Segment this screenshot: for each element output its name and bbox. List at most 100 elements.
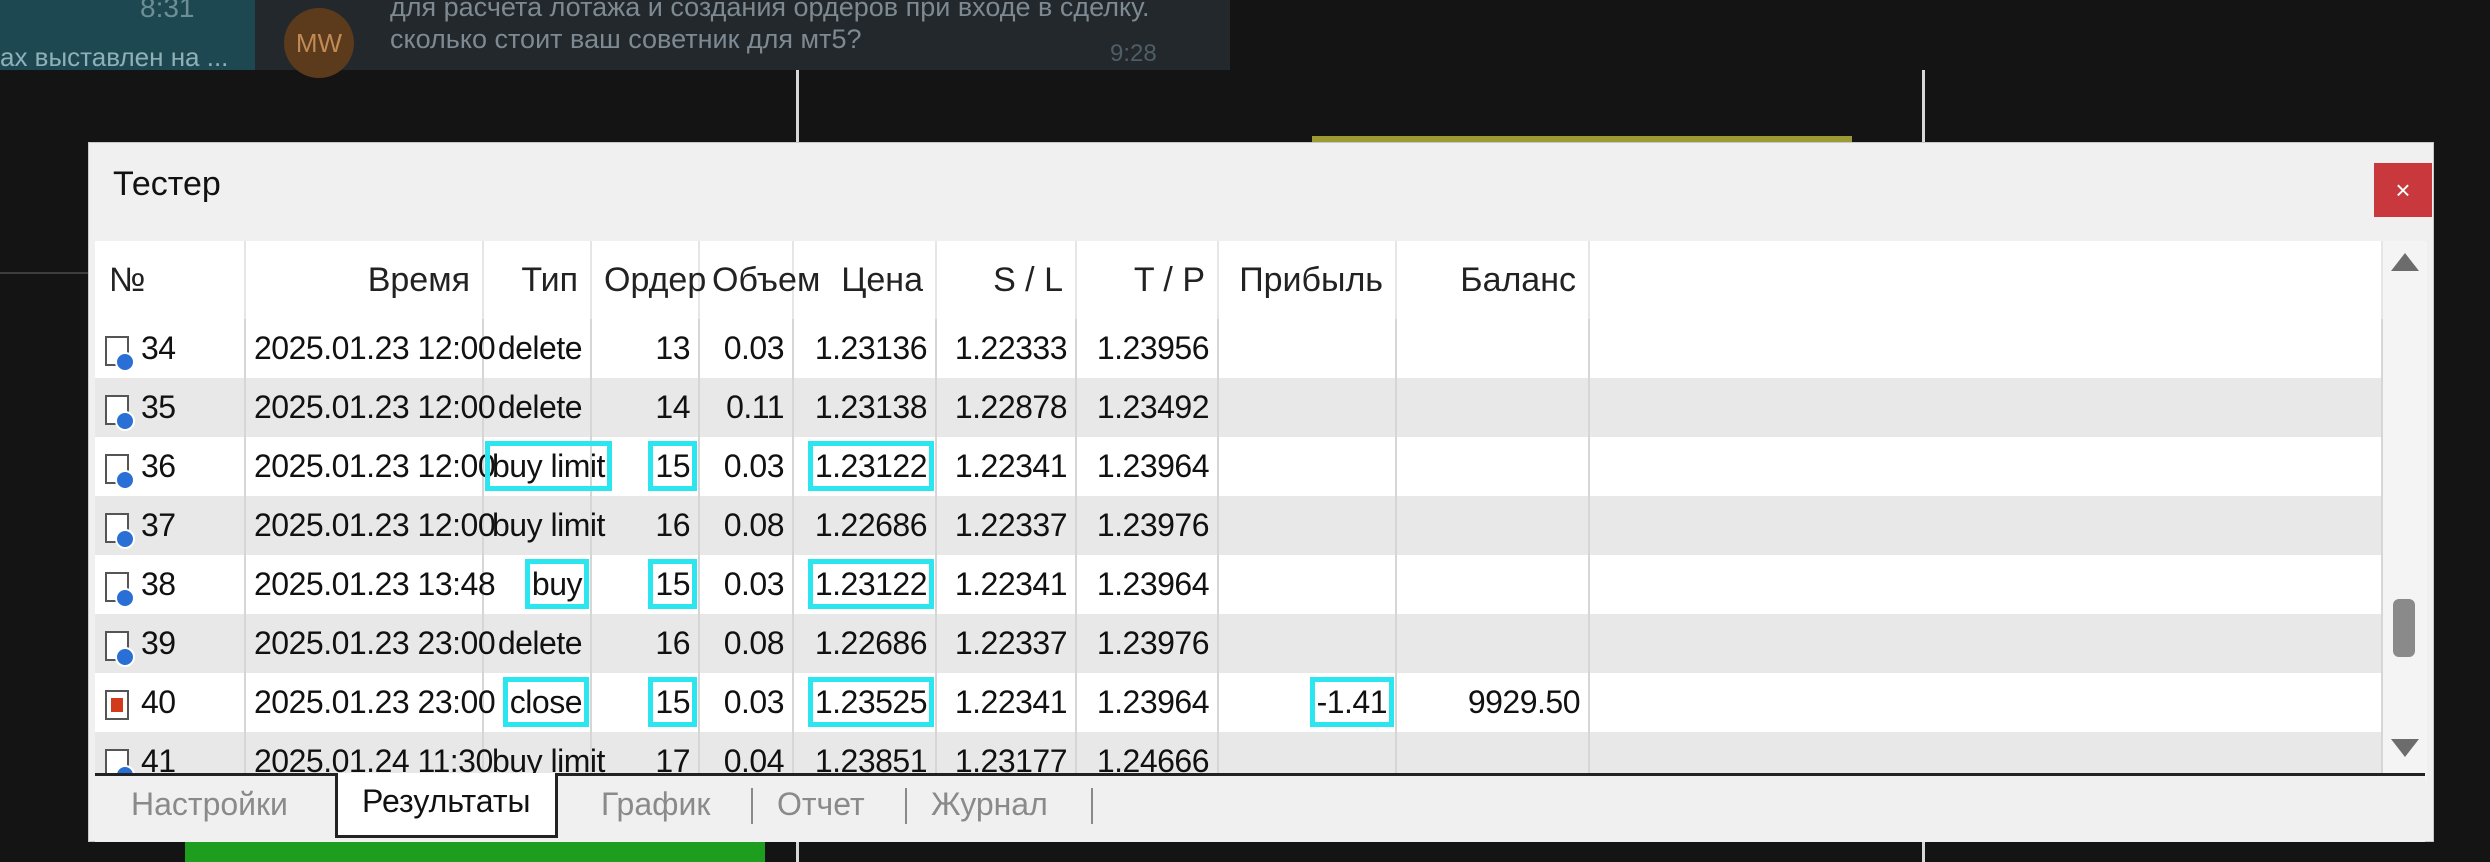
cell-type: delete xyxy=(483,614,592,673)
table-row[interactable]: 34 2025.01.23 12:00 delete 13 0.03 1.23136 1.2… xyxy=(95,319,2383,378)
results-table: № Время Тип Ордер Объем Цена S / L T / P… xyxy=(95,241,2383,773)
cell-profit xyxy=(1218,378,1397,437)
cell-time-value: 2025.01.23 12:00 xyxy=(254,448,496,484)
cell-profit-value: -1.41 xyxy=(1309,677,1395,727)
close-button[interactable]: × xyxy=(2374,163,2432,217)
col-header-balance[interactable]: Баланс xyxy=(1396,241,1590,319)
cell-time: 2025.01.23 12:00 xyxy=(245,378,496,437)
cell-sl: 1.22337 xyxy=(936,496,1077,555)
cell-tp: 1.23976 xyxy=(1076,496,1219,555)
scroll-up-arrow-icon[interactable] xyxy=(2391,253,2419,271)
chat-message-line2: сколько стоит ваш советник для мт5? xyxy=(390,24,862,54)
cell-profit xyxy=(1218,319,1397,378)
cell-number: 40 xyxy=(95,673,246,732)
cell-time: 2025.01.23 23:00 xyxy=(245,614,496,673)
cell-profit: -1.41 xyxy=(1218,673,1397,732)
col-header-order[interactable]: Ордер xyxy=(591,241,706,319)
table-row[interactable]: 37 2025.01.23 12:00 buy limit 16 0.08 1.22686… xyxy=(95,496,2383,555)
cell-sl-value: 1.22341 xyxy=(954,448,1068,484)
order-document-icon xyxy=(105,571,135,608)
table-row[interactable]: 39 2025.01.23 23:00 delete 16 0.08 1.22686 1.2… xyxy=(95,614,2383,673)
order-document-icon xyxy=(105,453,135,490)
avatar[interactable]: MW xyxy=(284,8,354,78)
tab-results[interactable]: Результаты xyxy=(335,773,558,838)
cell-type-value: buy limit xyxy=(492,507,605,543)
col-header-sl[interactable]: S / L xyxy=(936,241,1077,319)
scroll-down-arrow-icon[interactable] xyxy=(2391,739,2419,757)
col-header-filler xyxy=(1589,241,2383,319)
cell-time-value: 2025.01.23 13:48 xyxy=(254,566,496,602)
cell-order: 15 xyxy=(591,437,700,496)
chart-horizontal-line xyxy=(0,272,90,274)
cell-price-value: 1.23851 xyxy=(814,743,928,773)
cell-price: 1.23122 xyxy=(793,555,937,614)
tab-settings[interactable]: Настройки xyxy=(131,776,288,834)
scroll-thumb[interactable] xyxy=(2393,599,2415,657)
chat-left-preview[interactable]: 8:31 ах выставлен на ... xyxy=(0,0,255,72)
cell-tp-value: 1.23964 xyxy=(1096,448,1210,484)
cell-number: 34 xyxy=(95,319,246,378)
cell-tp: 1.23492 xyxy=(1076,378,1219,437)
cell-profit xyxy=(1218,555,1397,614)
order-document-icon xyxy=(105,335,135,372)
tab-chart[interactable]: График xyxy=(601,776,710,834)
cell-type: buy xyxy=(483,555,592,614)
cell-tp: 1.23964 xyxy=(1076,437,1219,496)
cell-order: 13 xyxy=(591,319,700,378)
cell-type-value: delete xyxy=(497,625,583,661)
cell-order: 15 xyxy=(591,555,700,614)
cell-sl-value: 1.22337 xyxy=(954,507,1068,543)
cell-time-value: 2025.01.23 23:00 xyxy=(254,625,496,661)
cell-profit xyxy=(1218,496,1397,555)
cell-volume-value: 0.03 xyxy=(723,448,785,484)
col-header-volume[interactable]: Объем xyxy=(699,241,820,319)
chat-bar: 8:31 ах выставлен на ... MW для расчета … xyxy=(0,0,1230,78)
cell-tp: 1.23964 xyxy=(1076,555,1219,614)
cell-type: delete xyxy=(483,319,592,378)
cell-filler xyxy=(1589,673,2383,732)
tab-separator xyxy=(905,788,907,824)
cell-time-value: 2025.01.23 12:00 xyxy=(254,507,496,543)
cell-sl: 1.22341 xyxy=(936,437,1077,496)
cell-sl: 1.22337 xyxy=(936,614,1077,673)
cell-volume: 0.11 xyxy=(699,378,794,437)
row-number: 39 xyxy=(141,625,176,661)
cell-sl: 1.23177 xyxy=(936,732,1077,773)
col-header-type[interactable]: Тип xyxy=(483,241,592,319)
status-dot-icon xyxy=(115,469,135,490)
cell-volume-value: 0.04 xyxy=(723,743,785,773)
cell-price-value: 1.23122 xyxy=(807,441,935,491)
cell-profit xyxy=(1218,732,1397,773)
table-row[interactable]: 40 2025.01.23 23:00 close 15 0.03 1.23525 1.22… xyxy=(95,673,2383,732)
cell-sl-value: 1.22341 xyxy=(954,684,1068,720)
tab-journal[interactable]: Журнал xyxy=(931,776,1048,834)
cell-balance xyxy=(1396,732,1590,773)
tester-window: Тестер × № Время Тип Ордер Объем Цена S … xyxy=(88,142,2434,842)
cell-time: 2025.01.23 12:00 xyxy=(245,437,496,496)
col-header-tp[interactable]: T / P xyxy=(1076,241,1219,319)
vertical-scrollbar[interactable] xyxy=(2383,241,2427,781)
cell-order-value: 15 xyxy=(648,677,697,727)
cell-filler xyxy=(1589,732,2383,773)
chat-message-line1: для расчета лотажа и создания ордеров пр… xyxy=(390,0,1150,22)
cell-type: delete xyxy=(483,378,592,437)
tab-report[interactable]: Отчет xyxy=(777,776,865,834)
col-header-profit[interactable]: Прибыль xyxy=(1218,241,1397,319)
status-dot-icon xyxy=(115,351,135,372)
cell-filler xyxy=(1589,319,2383,378)
table-row[interactable]: 41 2025.01.24 11:30 buy limit 17 0.04 1.23851… xyxy=(95,732,2383,773)
cell-balance xyxy=(1396,496,1590,555)
cell-filler xyxy=(1589,437,2383,496)
table-row[interactable]: 38 2025.01.23 13:48 buy 15 0.03 1.23122 1.2234… xyxy=(95,555,2383,614)
cell-tp: 1.23976 xyxy=(1076,614,1219,673)
col-header-time[interactable]: Время xyxy=(245,241,484,319)
row-number: 35 xyxy=(141,389,176,425)
table-row[interactable]: 35 2025.01.23 12:00 delete 14 0.11 1.23138 1.2… xyxy=(95,378,2383,437)
table-row[interactable]: 36 2025.01.23 12:00 buy limit 15 0.03 1.23122… xyxy=(95,437,2383,496)
col-header-number[interactable]: № xyxy=(95,241,246,319)
cell-filler xyxy=(1589,378,2383,437)
tab-bar: Настройки Результаты График Отчет Журнал xyxy=(95,773,2425,842)
cell-order-value: 15 xyxy=(648,441,697,491)
cell-type: close xyxy=(483,673,592,732)
order-document-icon xyxy=(105,748,135,773)
